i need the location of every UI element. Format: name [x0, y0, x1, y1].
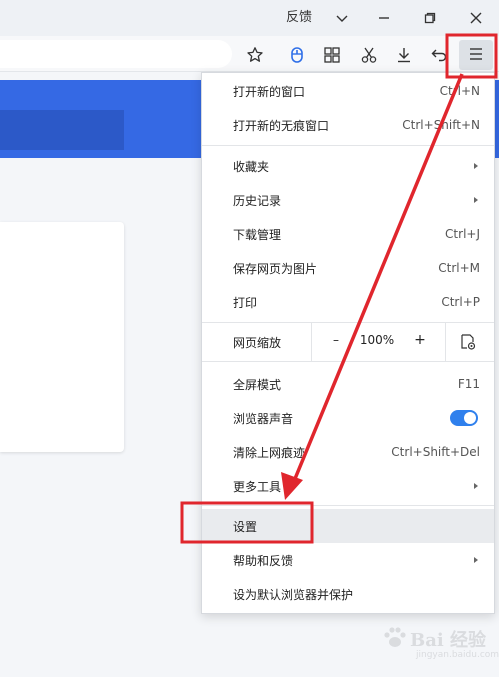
menu-item-favorites[interactable]: 收藏夹 [202, 149, 494, 183]
menu-item-clear-history[interactable]: 清除上网痕迹 Ctrl+Shift+Del [202, 435, 494, 469]
title-bar: 反馈 [0, 0, 499, 36]
menu-item-shortcut: Ctrl+J [445, 227, 480, 241]
menu-icon [468, 46, 484, 65]
chevron-right-icon [474, 483, 478, 489]
close-icon[interactable] [462, 6, 490, 30]
menu-item-downloads[interactable]: 下载管理 Ctrl+J [202, 217, 494, 251]
restore-icon[interactable] [416, 6, 444, 30]
address-bar[interactable] [0, 40, 232, 68]
menu-item-label: 保存网页为图片 [233, 261, 318, 276]
menu-item-shortcut: Ctrl+N [439, 84, 480, 98]
menu-item-help-feedback[interactable]: 帮助和反馈 [202, 543, 494, 577]
menu-item-label: 帮助和反馈 [233, 553, 294, 568]
menu-divider [202, 505, 494, 506]
menu-item-browser-sound[interactable]: 浏览器声音 [202, 401, 494, 435]
browser-toolbar [0, 36, 499, 72]
menu-item-label: 下载管理 [233, 227, 282, 242]
page-capture-icon[interactable] [459, 333, 477, 351]
content-card [0, 222, 124, 452]
menu-item-label: 更多工具 [233, 479, 282, 494]
download-icon[interactable] [391, 42, 417, 68]
watermark-text: Bai 经验 [410, 630, 486, 651]
feedback-button[interactable]: 反馈 [279, 9, 319, 27]
menu-divider [202, 145, 494, 146]
menu-item-new-incognito-window[interactable]: 打开新的无痕窗口 Ctrl+Shift+N [202, 108, 494, 142]
menu-item-shortcut: Ctrl+P [441, 295, 480, 309]
menu-item-label: 打印 [233, 295, 258, 310]
menu-item-label: 设置 [233, 519, 258, 534]
toggle-knob [464, 412, 476, 424]
undo-icon[interactable] [426, 42, 452, 68]
menu-item-label: 打开新的无痕窗口 [233, 118, 330, 133]
menu-item-shortcut: F11 [457, 377, 480, 391]
mouse-icon[interactable] [284, 42, 310, 68]
menu-item-label: 历史记录 [233, 193, 282, 208]
baidu-jingyan-watermark: Bai 经验 jingyan.baidu.com [382, 620, 499, 666]
chevron-right-icon [474, 197, 478, 203]
star-icon[interactable] [242, 42, 268, 68]
chevron-down-icon[interactable] [328, 6, 356, 30]
menu-item-label: 全屏模式 [233, 377, 282, 392]
minimize-icon[interactable] [370, 6, 398, 30]
menu-item-settings[interactable]: 设置 [202, 509, 494, 543]
menu-item-history[interactable]: 历史记录 [202, 183, 494, 217]
chevron-right-icon [474, 557, 478, 563]
menu-item-label: 打开新的窗口 [233, 84, 306, 99]
menu-item-label: 清除上网痕迹 [233, 445, 306, 460]
zoom-out-button[interactable]: – [329, 333, 343, 347]
menu-item-shortcut: Ctrl+M [438, 261, 480, 275]
menu-item-label: 浏览器声音 [233, 411, 294, 426]
zoom-value: 100% [359, 333, 395, 347]
menu-item-save-as-image[interactable]: 保存网页为图片 Ctrl+M [202, 251, 494, 285]
zoom-label: 网页缩放 [233, 336, 282, 350]
chevron-right-icon [474, 163, 478, 169]
menu-item-print[interactable]: 打印 Ctrl+P [202, 285, 494, 319]
scissors-icon[interactable] [356, 42, 382, 68]
menu-item-new-window[interactable]: 打开新的窗口 Ctrl+N [202, 74, 494, 108]
zoom-control-row: 网页缩放 – 100% + [202, 323, 494, 361]
watermark-url: jingyan.baidu.com [416, 650, 499, 660]
menu-item-shortcut: Ctrl+Shift+N [402, 118, 480, 132]
menu-item-label: 设为默认浏览器并保护 [233, 587, 354, 602]
menu-divider [202, 361, 494, 362]
main-menu-dropdown: 打开新的窗口 Ctrl+N 打开新的无痕窗口 Ctrl+Shift+N 收藏夹 … [201, 72, 495, 614]
menu-item-set-default-browser[interactable]: 设为默认浏览器并保护 [202, 577, 494, 611]
page-search-bar[interactable] [0, 110, 124, 150]
paw-icon [384, 627, 406, 647]
menu-item-more-tools[interactable]: 更多工具 [202, 469, 494, 503]
menu-item-fullscreen[interactable]: 全屏模式 F11 [202, 367, 494, 401]
apps-grid-icon[interactable] [319, 42, 345, 68]
menu-item-shortcut: Ctrl+Shift+Del [391, 445, 480, 459]
menu-button[interactable] [459, 40, 493, 70]
sound-toggle[interactable] [450, 410, 478, 426]
menu-item-label: 收藏夹 [233, 159, 270, 174]
zoom-in-button[interactable]: + [413, 332, 427, 348]
